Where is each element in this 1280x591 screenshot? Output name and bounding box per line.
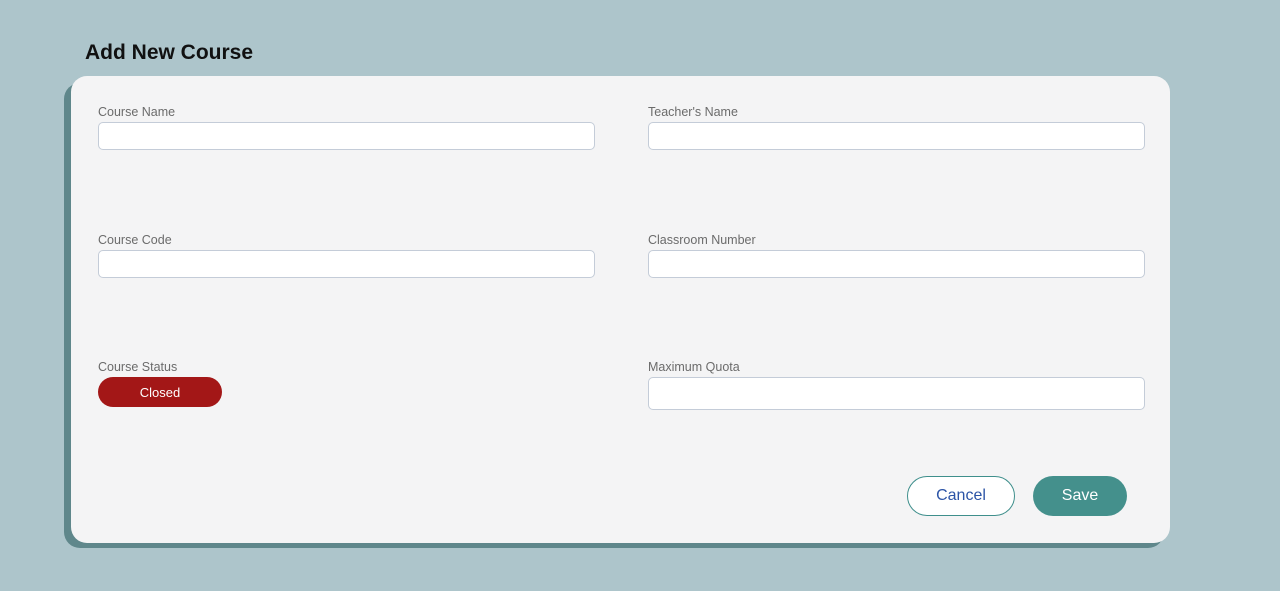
maximum-quota-label: Maximum Quota — [648, 360, 740, 374]
course-status-field: Course Status Closed — [98, 360, 222, 407]
teacher-name-label: Teacher's Name — [648, 105, 738, 119]
course-status-toggle[interactable]: Closed — [98, 377, 222, 407]
course-name-input[interactable] — [98, 122, 595, 150]
teacher-name-input[interactable] — [648, 122, 1145, 150]
classroom-number-field: Classroom Number — [648, 233, 1145, 278]
course-name-field: Course Name — [98, 105, 595, 150]
course-status-label: Course Status — [98, 360, 178, 374]
save-button[interactable]: Save — [1033, 476, 1127, 516]
classroom-number-input[interactable] — [648, 250, 1145, 278]
cancel-button[interactable]: Cancel — [907, 476, 1015, 516]
classroom-number-label: Classroom Number — [648, 233, 756, 247]
course-code-label: Course Code — [98, 233, 172, 247]
course-name-label: Course Name — [98, 105, 176, 119]
teacher-name-field: Teacher's Name — [648, 105, 1145, 150]
maximum-quota-input[interactable] — [648, 377, 1145, 410]
page-title: Add New Course — [85, 41, 254, 64]
maximum-quota-field: Maximum Quota — [648, 360, 1145, 410]
course-code-input[interactable] — [98, 250, 595, 278]
course-code-field: Course Code — [98, 233, 595, 278]
